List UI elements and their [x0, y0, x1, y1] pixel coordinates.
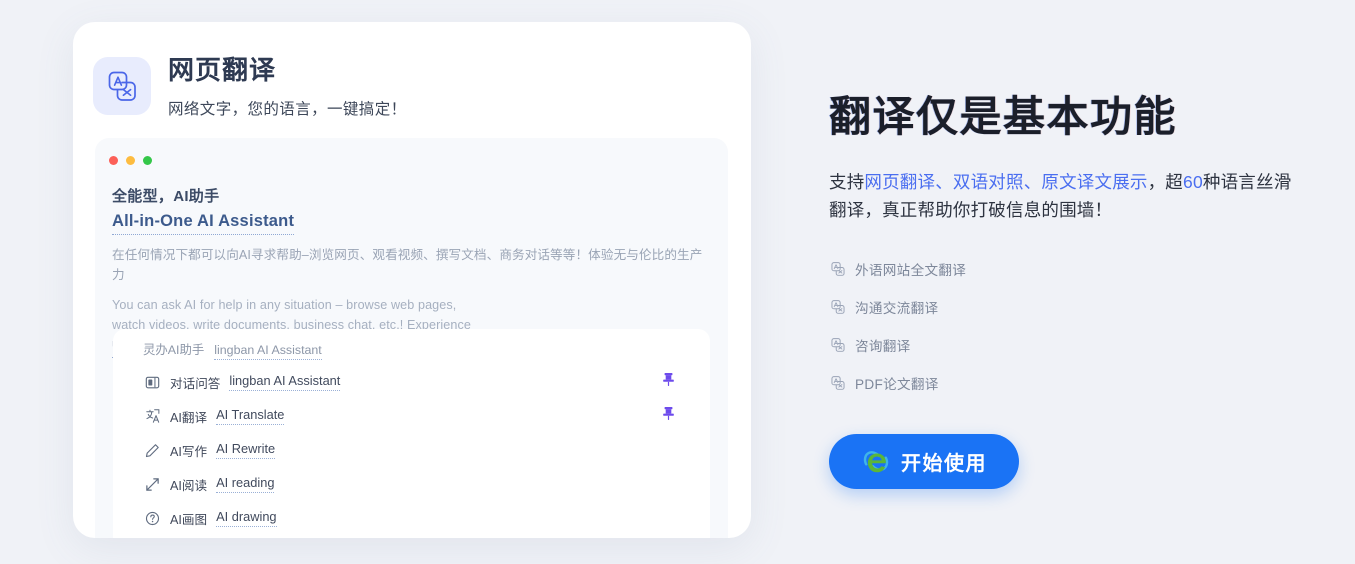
list-item[interactable]: AI写作 AI Rewrite: [113, 433, 710, 467]
assistant-menu-header-cn: 灵办AI助手: [143, 343, 205, 357]
assistant-paragraph-en-line1: You can ask AI for help in any situation…: [112, 298, 457, 313]
translate-icon: [93, 57, 151, 116]
page-subtitle: 网络文字，您的语言，一键搞定！: [168, 101, 407, 119]
feature-item-label: 外语网站全文翻译: [855, 262, 967, 278]
translate-feature-card: 网页翻译 网络文字，您的语言，一键搞定！ 全能型，AI助手 All-in-One…: [73, 22, 751, 538]
minimize-dot[interactable]: [126, 156, 135, 165]
feature-item: 外语网站全文翻译: [829, 250, 1299, 288]
list-item-label-en: AI Rewrite: [216, 441, 276, 459]
list-item[interactable]: AI阅读 AI reading: [113, 467, 710, 501]
maximize-dot[interactable]: [143, 156, 152, 165]
list-item-label-en: AI reading: [216, 475, 275, 493]
assistant-menu-list: 对话问答 lingban AI Assistant AI翻译 AI Transl…: [113, 360, 710, 535]
expand-icon: [144, 476, 161, 493]
question-icon: [144, 510, 161, 527]
marketing-paragraph-part2: ，超: [1147, 171, 1184, 192]
marketing-column: 翻译仅是基本功能 支持网页翻译、双语对照、原文译文展示，超60种语言丝滑翻译，真…: [829, 92, 1299, 489]
start-using-label: 开始使用: [901, 452, 987, 475]
pin-icon[interactable]: [662, 372, 675, 392]
list-item-label-cn: AI写作: [170, 444, 208, 459]
list-item-label-cn: AI画图: [170, 512, 208, 527]
list-item-label-cn: 对话问答: [170, 376, 221, 391]
list-item[interactable]: 对话问答 lingban AI Assistant: [113, 365, 710, 399]
translate-icon: [829, 260, 846, 277]
panel-icon: [144, 374, 161, 391]
marketing-paragraph-part1: 支持: [829, 171, 865, 192]
assistant-heading-en: All-in-One AI Assistant: [112, 212, 295, 235]
assistant-heading-cn: 全能型，AI助手: [112, 188, 220, 205]
preview-panel: 全能型，AI助手 All-in-One AI Assistant 在任何情况下都…: [95, 138, 728, 538]
translate-icon: [144, 408, 161, 425]
list-item[interactable]: AI翻译 AI Translate: [113, 399, 710, 433]
close-dot[interactable]: [109, 156, 118, 165]
list-item-label-en: AI Translate: [216, 407, 285, 425]
list-item[interactable]: AI画图 AI drawing: [113, 501, 710, 535]
feature-item-label: PDF论文翻译: [855, 376, 939, 392]
start-using-button[interactable]: 开始使用: [829, 433, 1019, 489]
translate-icon: [829, 336, 846, 353]
card-header-text: 网页翻译 网络文字，您的语言，一键搞定！: [168, 53, 407, 119]
feature-item: 沟通交流翻译: [829, 288, 1299, 326]
feature-item: 咨询翻译: [829, 326, 1299, 364]
list-item-label-en: lingban AI Assistant: [229, 373, 341, 391]
window-traffic-lights: [95, 138, 728, 165]
marketing-title: 翻译仅是基本功能: [829, 93, 1178, 140]
marketing-paragraph: 支持网页翻译、双语对照、原文译文展示，超60种语言丝滑翻译，真正帮助你打破信息的…: [829, 168, 1299, 224]
page-title: 网页翻译: [168, 55, 277, 85]
feature-item-label: 咨询翻译: [855, 338, 911, 354]
marketing-paragraph-highlight2: 60: [1183, 171, 1203, 192]
pencil-icon: [144, 442, 161, 459]
translate-icon: [829, 374, 846, 391]
assistant-paragraph-cn: 在任何情况下都可以向AI寻求帮助–浏览网页、观看视频、撰写文档、商务对话等等！体…: [112, 248, 703, 282]
marketing-paragraph-highlight1: 网页翻译、双语对照、原文译文展示: [864, 171, 1148, 192]
list-item-label-cn: AI阅读: [170, 478, 208, 493]
assistant-menu-panel: 灵办AI助手 lingban AI Assistant 对话问答 lingban…: [113, 329, 710, 538]
assistant-menu-header-en: lingban AI Assistant: [214, 343, 322, 360]
list-item-label-en: AI drawing: [216, 509, 277, 527]
list-item-label-cn: AI翻译: [170, 410, 208, 425]
feature-item: PDF论文翻译: [829, 364, 1299, 402]
translate-icon: [829, 298, 846, 315]
feature-item-label: 沟通交流翻译: [855, 300, 939, 316]
page-root: 网页翻译 网络文字，您的语言，一键搞定！ 全能型，AI助手 All-in-One…: [0, 0, 1355, 564]
card-header: 网页翻译 网络文字，您的语言，一键搞定！: [73, 22, 751, 119]
pin-icon[interactable]: [662, 406, 675, 426]
assistant-menu-header: 灵办AI助手 lingban AI Assistant: [113, 329, 710, 360]
feature-list: 外语网站全文翻译 沟通交流翻译 咨询翻译 PDF论文翻译: [829, 250, 1299, 402]
internet-explorer-icon: [861, 446, 891, 476]
